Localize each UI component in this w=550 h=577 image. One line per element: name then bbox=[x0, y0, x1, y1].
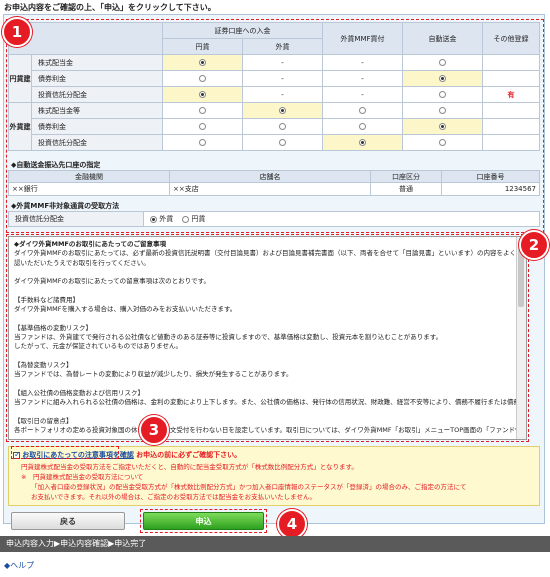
agree-line-2: ※ 円貨建株式配当金の受取方法について bbox=[21, 473, 144, 481]
callout-badge-4: 4 bbox=[277, 509, 307, 539]
callout-box-3 bbox=[11, 446, 119, 459]
step-text: 申込内容入力▶申込内容確認▶申込完了 bbox=[6, 539, 147, 548]
agree-line-1: 円貨建株式配当金の受取方法をご指定いただくと、自動的に配当金受取方式が「株式数比… bbox=[21, 463, 358, 471]
callout-box-2 bbox=[6, 234, 529, 442]
help-link[interactable]: ◆ヘルプ bbox=[4, 560, 34, 571]
callout-badge-1: 1 bbox=[2, 17, 32, 47]
callout-box-1 bbox=[6, 19, 544, 233]
back-button[interactable]: 戻る bbox=[11, 512, 125, 530]
callout-badge-3: 3 bbox=[139, 415, 169, 445]
agree-line-4: お支払いできます。それ以外の場合は、ご指定のお受取方法では配当金をお支払いいたし… bbox=[31, 493, 316, 501]
instruction-text: お申込内容をご確認の上、「申込」をクリックして下さい。 bbox=[4, 3, 216, 12]
agree-line-3: 「加入者口座の登録状況」の配当金受取方式が「株式数比例配分方式」かつ加入者口座情… bbox=[31, 483, 467, 491]
callout-badge-2: 2 bbox=[519, 230, 549, 260]
step-indicator: 申込内容入力▶申込内容確認▶申込完了 bbox=[0, 536, 550, 552]
callout-box-4 bbox=[140, 509, 267, 533]
agree-warning: お申込の前に必ずご確認下さい。 bbox=[136, 451, 242, 459]
